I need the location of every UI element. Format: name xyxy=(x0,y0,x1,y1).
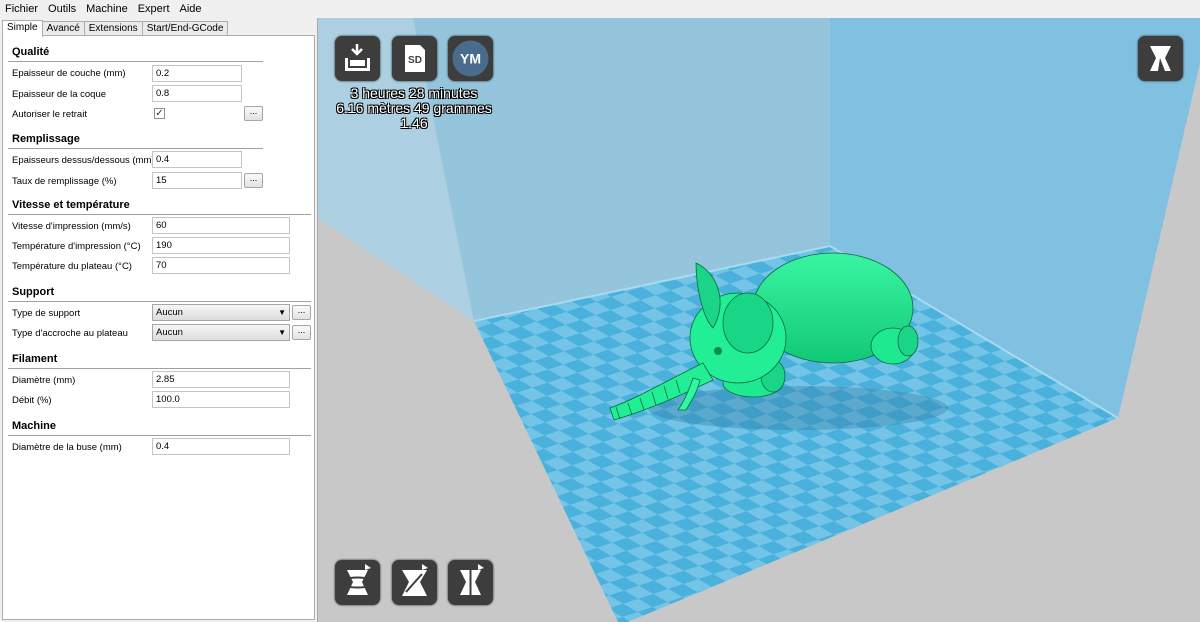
scale-button[interactable] xyxy=(392,560,437,605)
view-mode-button[interactable] xyxy=(1138,36,1183,81)
view-mode-icon xyxy=(1150,46,1171,71)
section-title-quality: Qualité xyxy=(12,46,50,58)
diameter-field[interactable]: 2.85 xyxy=(152,371,290,388)
section-title-fill: Remplissage xyxy=(12,133,80,145)
print-time: 3 heures 28 minutes xyxy=(350,85,478,101)
flow-field[interactable]: 100.0 xyxy=(152,391,290,408)
rotate-button[interactable] xyxy=(335,560,380,605)
settings-tabs: Simple Avancé Extensions Start/End-GCode xyxy=(2,20,229,37)
nozzle-label: Diamètre de la buse (mm) xyxy=(12,442,122,453)
print-speed-label: Vitesse d'impression (mm/s) xyxy=(12,221,131,232)
support-type-label: Type de support xyxy=(12,308,81,319)
menu-expert[interactable]: Expert xyxy=(133,0,175,18)
print-temp-field[interactable]: 190 xyxy=(152,237,290,254)
settings-form: Qualité Epaisseur de couche (mm) 0.2 Epa… xyxy=(2,35,315,620)
section-title-machine: Machine xyxy=(12,420,57,432)
adhesion-settings-button[interactable]: ... xyxy=(292,325,311,340)
support-settings-button[interactable]: ... xyxy=(292,305,311,320)
tab-start-end-gcode[interactable]: Start/End-GCode xyxy=(141,21,229,36)
mirror-button[interactable] xyxy=(448,560,493,605)
tab-extensions[interactable]: Extensions xyxy=(83,21,143,36)
print-cost: 1.46 xyxy=(400,115,428,131)
load-model-button[interactable] xyxy=(335,36,380,81)
support-type-select[interactable]: Aucun ▼ xyxy=(152,304,290,321)
youmagine-icon: YM xyxy=(452,40,489,77)
print-material: 6.16 mètres 49 grammes xyxy=(336,100,492,116)
support-type-value: Aucun xyxy=(156,307,183,318)
retraction-label: Autoriser le retrait xyxy=(12,109,87,120)
layer-height-field[interactable]: 0.2 xyxy=(152,65,242,82)
adhesion-label: Type d'accroche au plateau xyxy=(12,328,128,339)
section-divider xyxy=(8,301,311,302)
top-bottom-label: Epaisseurs dessus/dessous (mm) xyxy=(12,155,155,166)
section-divider xyxy=(8,214,311,215)
section-title-speed: Vitesse et température xyxy=(12,199,130,211)
section-title-support: Support xyxy=(12,286,55,298)
load-icon xyxy=(345,44,370,71)
menu-machine[interactable]: Machine xyxy=(81,0,133,18)
nozzle-field[interactable]: 0.4 xyxy=(152,438,290,455)
section-divider xyxy=(8,368,311,369)
chevron-down-icon: ▼ xyxy=(278,308,286,317)
svg-text:YM: YM xyxy=(460,51,481,67)
tab-simple[interactable]: Simple xyxy=(2,20,43,37)
save-sd-button[interactable]: SD xyxy=(392,36,437,81)
section-divider xyxy=(8,435,311,436)
adhesion-select[interactable]: Aucun ▼ xyxy=(152,324,290,341)
scale-icon xyxy=(402,564,428,596)
mirror-icon xyxy=(460,564,484,595)
retraction-checkbox[interactable]: ✓ xyxy=(154,108,165,119)
sd-card-icon: SD xyxy=(405,45,425,72)
rotate-icon xyxy=(340,564,375,595)
menu-outils[interactable]: Outils xyxy=(43,0,81,18)
section-divider xyxy=(8,148,263,149)
fill-density-label: Taux de remplissage (%) xyxy=(12,176,117,187)
layer-height-label: Epaisseur de couche (mm) xyxy=(12,68,126,79)
print-temp-label: Température d'impression (°C) xyxy=(12,241,141,252)
section-title-filament: Filament xyxy=(12,353,58,365)
adhesion-value: Aucun xyxy=(156,327,183,338)
fill-settings-button[interactable]: ... xyxy=(244,173,263,188)
retraction-settings-button[interactable]: ... xyxy=(244,106,263,121)
bed-temp-field[interactable]: 70 xyxy=(152,257,290,274)
top-bottom-field[interactable]: 0.4 xyxy=(152,151,242,168)
svg-text:SD: SD xyxy=(408,55,422,66)
shell-thickness-field[interactable]: 0.8 xyxy=(152,85,242,102)
3d-viewport[interactable]: SD YM 3 heures 28 minutes 6.16 mètres 49… xyxy=(318,18,1200,622)
menu-aide[interactable]: Aide xyxy=(175,0,207,18)
print-speed-field[interactable]: 60 xyxy=(152,217,290,234)
menu-bar: Fichier Outils Machine Expert Aide xyxy=(0,0,1200,18)
shell-thickness-label: Epaisseur de la coque xyxy=(12,89,107,100)
section-divider xyxy=(8,61,263,62)
fill-density-field[interactable]: 15 xyxy=(152,172,242,189)
settings-panel: Simple Avancé Extensions Start/End-GCode… xyxy=(0,18,318,622)
tab-avance[interactable]: Avancé xyxy=(41,21,85,36)
bed-temp-label: Température du plateau (°C) xyxy=(12,261,132,272)
youmagine-button[interactable]: YM xyxy=(448,36,493,81)
menu-fichier[interactable]: Fichier xyxy=(0,0,43,18)
flow-label: Débit (%) xyxy=(12,395,52,406)
diameter-label: Diamètre (mm) xyxy=(12,375,76,386)
chevron-down-icon: ▼ xyxy=(278,328,286,337)
